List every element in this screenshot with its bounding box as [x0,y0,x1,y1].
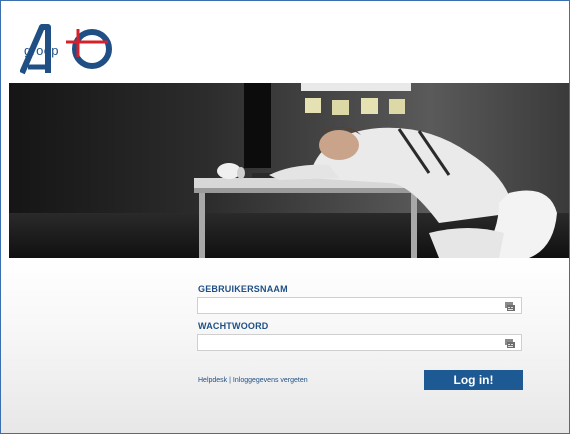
password-field[interactable] [197,334,522,353]
password-label: WACHTWOORD [198,321,269,331]
username-input[interactable] [198,301,506,316]
logo-text: groep [24,43,59,58]
login-button[interactable]: Log in! [424,370,523,390]
hero-image [9,83,569,258]
username-label: GEBRUIKERSNAAM [198,284,288,294]
hero-photo [9,83,569,258]
login-window: groep GEBRUIKERSNAAM WACHTWOORD Helpdesk… [0,0,570,434]
username-field[interactable] [197,297,522,316]
link-separator: | [229,377,231,384]
forgot-credentials-link[interactable]: Inloggegevens vergeten [233,377,308,384]
password-input[interactable] [198,338,506,353]
keyboard-icon[interactable] [505,338,515,348]
helpdesk-link[interactable]: Helpdesk [198,377,227,384]
login-panel: GEBRUIKERSNAAM WACHTWOORD Helpdesk | Inl… [1,258,569,433]
header: groep [1,1,569,83]
help-links: Helpdesk | Inloggegevens vergeten [198,377,308,384]
keyboard-icon[interactable] [505,301,515,311]
